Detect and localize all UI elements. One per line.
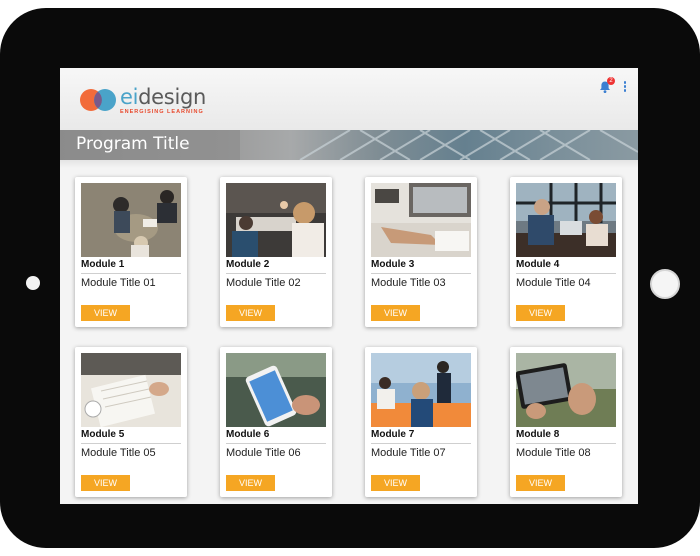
- program-title: Program Title: [76, 134, 190, 154]
- module-thumbnail: [226, 183, 326, 257]
- logo-mark-icon: [80, 89, 116, 111]
- eidesign-logo[interactable]: eidesign ENERGISING LEARNING: [80, 84, 280, 118]
- logo-tagline: ENERGISING LEARNING: [120, 109, 204, 115]
- module-thumbnail: [81, 353, 181, 427]
- module-label: Module 2: [226, 259, 270, 270]
- view-button[interactable]: VIEW: [371, 475, 420, 491]
- module-card[interactable]: Module 1 Module Title 01 VIEW: [75, 177, 187, 327]
- view-button[interactable]: VIEW: [371, 305, 420, 321]
- module-thumbnail: [371, 353, 471, 427]
- module-label: Module 7: [371, 429, 415, 440]
- module-label: Module 3: [371, 259, 415, 270]
- view-button[interactable]: VIEW: [81, 305, 130, 321]
- home-button[interactable]: [650, 269, 680, 299]
- module-card[interactable]: Module 3 Module Title 03 VIEW: [365, 177, 477, 327]
- module-card[interactable]: Module 2 Module Title 02 VIEW: [220, 177, 332, 327]
- module-card[interactable]: Module 4 Module Title 04 VIEW: [510, 177, 622, 327]
- module-card[interactable]: Module 6 Module Title 06 VIEW: [220, 347, 332, 497]
- divider: [516, 273, 616, 274]
- view-button[interactable]: VIEW: [226, 475, 275, 491]
- view-button[interactable]: VIEW: [226, 305, 275, 321]
- module-thumbnail: [81, 183, 181, 257]
- app-screen: eidesign ENERGISING LEARNING 2 Program T…: [60, 68, 638, 504]
- logo-wordmark: eidesign: [120, 85, 207, 109]
- module-title: Module Title 08: [516, 447, 591, 459]
- banner-shadow: [60, 160, 638, 168]
- divider: [516, 443, 616, 444]
- view-button[interactable]: VIEW: [516, 475, 565, 491]
- module-label: Module 4: [516, 259, 560, 270]
- module-card[interactable]: Module 7 Module Title 07 VIEW: [365, 347, 477, 497]
- camera: [26, 276, 40, 290]
- module-title: Module Title 03: [371, 277, 446, 289]
- view-button[interactable]: VIEW: [81, 475, 130, 491]
- header: eidesign ENERGISING LEARNING 2: [60, 68, 638, 130]
- module-title: Module Title 05: [81, 447, 156, 459]
- module-label: Module 8: [516, 429, 560, 440]
- module-title: Module Title 04: [516, 277, 591, 289]
- more-vertical-icon[interactable]: [622, 81, 628, 95]
- divider: [226, 443, 326, 444]
- module-label: Module 5: [81, 429, 125, 440]
- module-card[interactable]: Module 8 Module Title 08 VIEW: [510, 347, 622, 497]
- module-thumbnail: [371, 183, 471, 257]
- program-banner: Program Title: [60, 130, 638, 160]
- divider: [81, 273, 181, 274]
- notification-badge: 2: [607, 77, 615, 85]
- module-label: Module 1: [81, 259, 125, 270]
- module-thumbnail: [516, 353, 616, 427]
- module-thumbnail: [226, 353, 326, 427]
- tablet-frame: eidesign ENERGISING LEARNING 2 Program T…: [0, 8, 700, 548]
- divider: [371, 443, 471, 444]
- module-thumbnail: [516, 183, 616, 257]
- module-title: Module Title 07: [371, 447, 446, 459]
- module-label: Module 6: [226, 429, 270, 440]
- module-title: Module Title 01: [81, 277, 156, 289]
- module-card[interactable]: Module 5 Module Title 05 VIEW: [75, 347, 187, 497]
- module-title: Module Title 06: [226, 447, 301, 459]
- divider: [81, 443, 181, 444]
- divider: [226, 273, 326, 274]
- module-title: Module Title 02: [226, 277, 301, 289]
- view-button[interactable]: VIEW: [516, 305, 565, 321]
- divider: [371, 273, 471, 274]
